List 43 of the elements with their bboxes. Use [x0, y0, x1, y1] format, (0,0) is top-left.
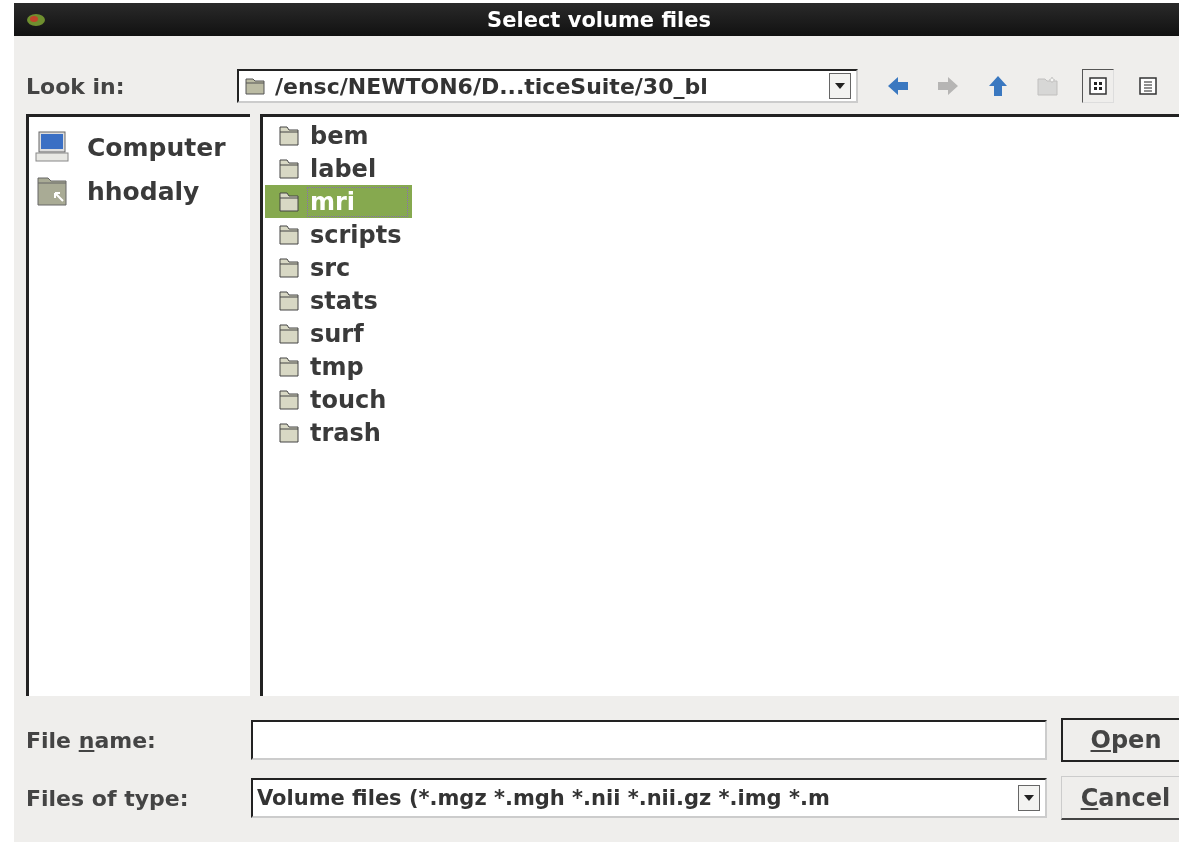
file-name-label: File name: — [26, 727, 157, 753]
folder-icon — [279, 158, 299, 179]
folder-item[interactable]: trash — [265, 416, 388, 449]
folder-icon — [279, 389, 299, 410]
grid-view-icon — [1089, 77, 1107, 95]
cancel-button[interactable]: Cancel — [1061, 776, 1179, 820]
open-button[interactable]: Open — [1061, 718, 1179, 762]
folder-icon — [279, 224, 299, 245]
folder-item[interactable]: surf — [265, 317, 371, 350]
computer-icon — [35, 131, 69, 163]
folder-icon — [279, 356, 299, 377]
folder-icon — [279, 257, 299, 278]
place-item[interactable]: Computer — [35, 125, 244, 169]
folder-item[interactable]: scripts — [265, 218, 409, 251]
files-of-type-label: Files of type: — [26, 785, 190, 811]
right-arrow-icon — [937, 76, 959, 96]
window-title: Select volume files — [487, 7, 711, 32]
file-type-value: Volume files (*.mgz *.mgh *.nii *.nii.gz *.img *.m — [256, 786, 831, 810]
folder-icon — [279, 125, 299, 146]
folder-item[interactable]: stats — [265, 284, 385, 317]
file-name-field[interactable] — [251, 720, 1047, 760]
folder-item[interactable]: bem — [265, 119, 376, 152]
folder-icon — [279, 422, 299, 443]
folder-item[interactable]: src — [265, 251, 358, 284]
look-in-label: Look in: — [26, 73, 126, 99]
folder-item[interactable]: label — [265, 152, 384, 185]
look-in-dropdown[interactable]: /ensc/NEWTON6/D...ticeSuite/30_bl — [237, 69, 858, 103]
new-folder-icon — [1037, 76, 1059, 96]
folder-item[interactable]: tmp — [265, 350, 371, 383]
up-arrow-icon — [988, 75, 1008, 97]
look-in-path: /ensc/NEWTON6/D...ticeSuite/30_bl — [274, 73, 709, 99]
folder-icon — [279, 191, 299, 212]
folder-icon — [245, 77, 265, 95]
home-folder-icon — [35, 175, 69, 207]
icon-view-button[interactable] — [1082, 69, 1114, 103]
file-type-dropdown[interactable]: Volume files (*.mgz *.mgh *.nii *.nii.gz *.img *.m — [251, 778, 1047, 818]
folder-item[interactable]: touch — [265, 383, 394, 416]
list-view-icon — [1139, 77, 1157, 95]
left-arrow-icon — [887, 76, 909, 96]
folder-icon — [279, 290, 299, 311]
folder-icon — [279, 323, 299, 344]
place-item[interactable]: hhodaly — [35, 169, 244, 213]
app-icon — [26, 12, 46, 27]
